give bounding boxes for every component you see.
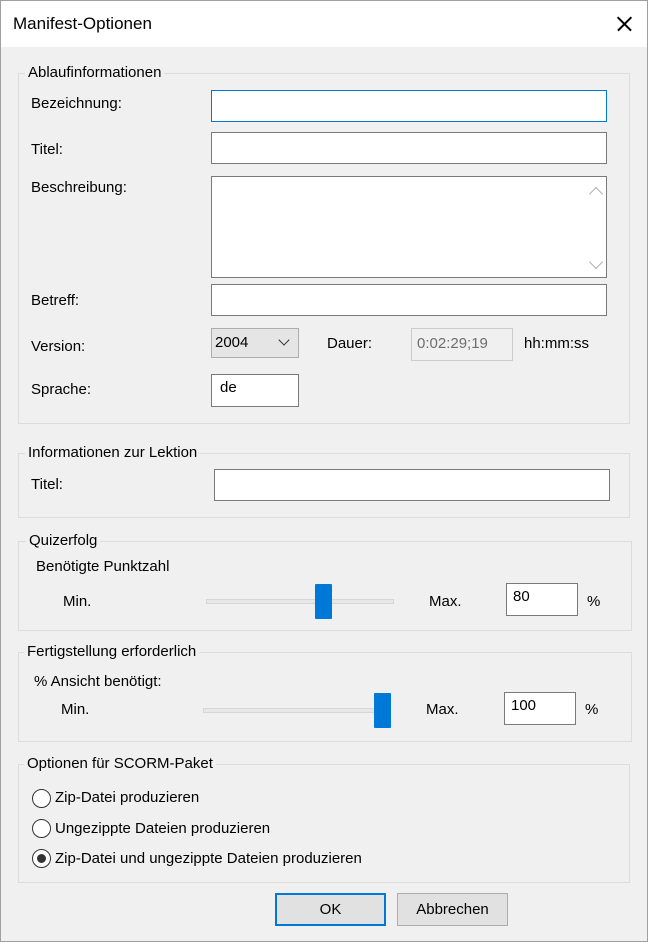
completion-legend: Fertigstellung erforderlich	[24, 642, 200, 662]
quiz-success-legend: Quizerfolg	[26, 531, 101, 551]
unzipped-only-label[interactable]: Ungezippte Dateien produzieren	[55, 819, 270, 839]
description-label: Beschreibung:	[31, 179, 127, 196]
quiz-min-label: Min.	[63, 593, 92, 610]
title-bar: Manifest-Optionen	[1, 1, 647, 47]
lesson-title-label: Titel:	[31, 476, 63, 493]
title-label: Titel:	[31, 141, 63, 158]
dialog-title: Manifest-Optionen	[13, 14, 152, 33]
view-required-label: % Ansicht benötigt:	[34, 673, 162, 690]
zip-and-unzipped-label[interactable]: Zip-Datei und ungezippte Dateien produzi…	[55, 849, 362, 869]
zip-and-unzipped-radio[interactable]	[32, 849, 51, 868]
lesson-title-field[interactable]	[214, 469, 610, 501]
quiz-score-slider-thumb[interactable]	[315, 584, 333, 619]
scroll-down-icon[interactable]	[588, 254, 604, 270]
completion-field[interactable]: 100	[504, 692, 576, 725]
duration-label: Dauer:	[327, 335, 373, 352]
completion-value: 100	[511, 697, 537, 714]
close-icon[interactable]	[601, 1, 647, 47]
required-score-label: Benötigte Punktzahl	[36, 558, 170, 575]
duration-value: 0:02:29;19	[417, 335, 488, 352]
cancel-button[interactable]: Abbrechen	[397, 893, 508, 926]
ok-button[interactable]: OK	[275, 893, 386, 926]
completion-slider-track[interactable]	[203, 708, 391, 713]
version-label: Version:	[31, 338, 86, 355]
completion-percent-label: %	[585, 701, 599, 718]
chevron-down-icon	[278, 334, 290, 346]
language-label: Sprache:	[31, 381, 92, 398]
description-scrollbar[interactable]	[586, 177, 606, 277]
designation-field[interactable]	[211, 90, 607, 122]
designation-label: Bezeichnung:	[31, 95, 122, 112]
scorm-options-legend: Optionen für SCORM-Paket	[24, 754, 216, 774]
quiz-score-slider-track[interactable]	[206, 599, 394, 604]
manifest-options-dialog: Manifest-Optionen Ablaufinformationen Be…	[0, 0, 648, 942]
description-field[interactable]	[211, 176, 607, 278]
quiz-percent-label: %	[587, 593, 601, 610]
subject-label: Betreff:	[31, 292, 80, 309]
sequence-info-legend: Ablaufinformationen	[25, 63, 165, 83]
version-select[interactable]: 2004	[211, 328, 299, 358]
lesson-info-legend: Informationen zur Lektion	[25, 443, 201, 463]
subject-field[interactable]	[211, 284, 607, 316]
duration-field: 0:02:29;19	[411, 328, 513, 361]
scroll-up-icon[interactable]	[588, 186, 604, 202]
quiz-score-value: 80	[513, 588, 530, 605]
language-value: de	[220, 379, 237, 396]
unzipped-only-radio[interactable]	[32, 819, 51, 838]
completion-slider-thumb[interactable]	[374, 693, 391, 728]
language-field[interactable]: de	[211, 374, 299, 407]
zip-only-radio[interactable]	[32, 789, 51, 808]
zip-only-label[interactable]: Zip-Datei produzieren	[55, 788, 199, 808]
title-field[interactable]	[211, 132, 607, 164]
completion-max-label: Max.	[426, 701, 459, 718]
quiz-score-field[interactable]: 80	[506, 583, 578, 616]
quiz-max-label: Max.	[429, 593, 462, 610]
version-value: 2004	[215, 334, 249, 351]
completion-min-label: Min.	[61, 701, 90, 718]
duration-format-label: hh:mm:ss	[524, 335, 590, 352]
